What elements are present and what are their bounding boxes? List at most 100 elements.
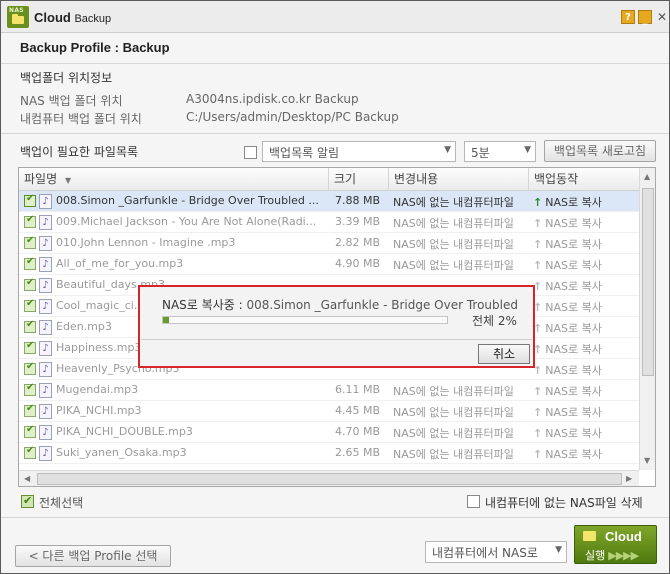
row-checkbox[interactable] bbox=[24, 319, 36, 333]
table-row[interactable]: ♪ 008.Simon _Garfunkle - Bridge Over Trou… bbox=[19, 191, 639, 212]
music-file-icon: ♪ bbox=[39, 299, 52, 314]
horizontal-scrollbar[interactable]: ◀ ▶ bbox=[19, 470, 639, 486]
row-checkbox[interactable] bbox=[24, 403, 36, 417]
select-all-checkbox[interactable] bbox=[21, 494, 34, 508]
column-header-action[interactable]: 백업동작 bbox=[529, 168, 639, 191]
music-file-icon: ♪ bbox=[39, 215, 52, 230]
cell-action: ↑ NAS로 복사 bbox=[533, 217, 602, 230]
logo-text: NAS bbox=[9, 7, 24, 14]
play-arrows-icon: ▶▶▶▶ bbox=[608, 549, 639, 562]
close-button[interactable]: ✕ bbox=[655, 10, 669, 24]
row-checkbox[interactable] bbox=[24, 298, 36, 312]
help-button[interactable]: ? bbox=[621, 10, 635, 24]
table-row[interactable]: ♪ Suki_yanen_Osaka.mp3 2.65 MB NAS에 없는 내컴퓨터… bbox=[19, 443, 639, 464]
nas-folder-value: A3004ns.ipdisk.co.kr Backup bbox=[186, 92, 359, 106]
arrow-up-icon: ↑ bbox=[533, 259, 543, 272]
app-name-suffix: Backup bbox=[74, 13, 112, 25]
music-file-icon: ♪ bbox=[39, 278, 52, 293]
cell-action: ↑ NAS로 복사 bbox=[533, 343, 602, 356]
cell-size: 7.88 MB bbox=[335, 194, 381, 207]
row-checkbox[interactable] bbox=[24, 277, 36, 291]
arrow-up-icon: ↑ bbox=[533, 196, 543, 209]
row-checkbox[interactable] bbox=[24, 235, 36, 249]
cell-size: 6.11 MB bbox=[335, 383, 381, 396]
table-row[interactable]: ♪ All_of_me_for_you.mp3 4.90 MB NAS에 없는 내컴퓨… bbox=[19, 254, 639, 275]
row-checkbox[interactable] bbox=[24, 193, 36, 207]
music-file-icon: ♪ bbox=[39, 341, 52, 356]
cell-action: ↑ NAS로 복사 bbox=[533, 385, 602, 398]
row-checkbox[interactable] bbox=[24, 361, 36, 375]
cell-size: 4.90 MB bbox=[335, 257, 381, 270]
folder-icon bbox=[583, 531, 596, 541]
row-checkbox[interactable] bbox=[24, 382, 36, 396]
row-checkbox[interactable] bbox=[24, 214, 36, 228]
copy-progress-fill bbox=[163, 317, 169, 323]
select-other-profile-button[interactable]: < 다른 백업 Profile 선택 bbox=[15, 545, 171, 567]
folder-info-title: 백업폴더 위치정보 bbox=[20, 71, 113, 85]
cell-action: ↑ NAS로 복사 bbox=[533, 448, 602, 461]
column-header-size[interactable]: 크기 bbox=[329, 168, 389, 191]
row-checkbox[interactable] bbox=[24, 340, 36, 354]
column-header-filename[interactable]: 파일명 ▼ bbox=[19, 168, 329, 191]
cell-change: NAS에 없는 내컴퓨터파일 bbox=[393, 238, 514, 251]
music-file-icon: ♪ bbox=[39, 236, 52, 251]
table-row[interactable]: ♪ PIKA_NCHI_DOUBLE.mp3 4.70 MB NAS에 없는 내컴퓨터… bbox=[19, 422, 639, 443]
delete-nas-files-label[interactable]: 내컴퓨터에 없는 NAS파일 삭제 bbox=[485, 494, 643, 511]
divider bbox=[141, 339, 532, 340]
delete-nas-files-checkbox[interactable] bbox=[467, 495, 480, 508]
nas-folder-label: NAS 백업 폴더 위치 bbox=[20, 94, 123, 108]
arrow-up-icon: ↑ bbox=[533, 238, 543, 251]
notify-select-value: 백업목록 알림 bbox=[269, 146, 340, 160]
cell-change: NAS에 없는 내컴퓨터파일 bbox=[393, 406, 514, 419]
cell-change: NAS에 없는 내컴퓨터파일 bbox=[393, 427, 514, 440]
table-row[interactable]: ♪ PIKA_NCHI.mp3 4.45 MB NAS에 없는 내컴퓨터파일 ↑NAS로… bbox=[19, 401, 639, 422]
sort-down-icon: ▼ bbox=[64, 176, 72, 185]
column-header-change[interactable]: 변경내용 bbox=[389, 168, 529, 191]
cancel-button[interactable]: 취소 bbox=[478, 344, 530, 364]
music-file-icon: ♪ bbox=[39, 404, 52, 419]
pc-folder-value: C:/Users/admin/Desktop/PC Backup bbox=[186, 110, 399, 124]
vertical-scrollbar[interactable]: ▲ ▼ bbox=[639, 168, 655, 470]
table-row[interactable]: ♪ 010.John Lennon - Imagine .mp3 2.82 MB NA… bbox=[19, 233, 639, 254]
select-all-label[interactable]: 전체선택 bbox=[39, 494, 83, 511]
profile-header: Backup Profile : Backup bbox=[20, 40, 170, 55]
scroll-right-icon[interactable]: ▶ bbox=[626, 474, 632, 483]
cell-filename: PIKA_NCHI_DOUBLE.mp3 bbox=[56, 425, 193, 438]
scroll-down-icon[interactable]: ▼ bbox=[644, 456, 650, 465]
refresh-list-button[interactable]: 백업목록 새로고침 bbox=[544, 140, 656, 162]
row-checkbox[interactable] bbox=[24, 424, 36, 438]
minimize-button[interactable]: _ bbox=[638, 10, 652, 25]
cell-action: ↑ NAS로 복사 bbox=[533, 406, 602, 419]
cell-action: ↑ NAS로 복사 bbox=[533, 301, 602, 314]
horizontal-scroll-thumb[interactable] bbox=[37, 473, 622, 485]
cell-change: NAS에 없는 내컴퓨터파일 bbox=[393, 259, 514, 272]
notify-checkbox[interactable] bbox=[244, 146, 257, 159]
cell-action: ↑ NAS로 복사 bbox=[533, 322, 602, 335]
copy-progress-bar bbox=[162, 316, 448, 324]
copy-progress-dialog: NAS로 복사중 : 008.Simon _Garfunkle - Bridge… bbox=[138, 285, 535, 368]
scroll-up-icon[interactable]: ▲ bbox=[644, 172, 650, 181]
copy-status-filename: 008.Simon _Garfunkle - Bridge Over Troub… bbox=[246, 298, 522, 312]
scroll-left-icon[interactable]: ◀ bbox=[24, 474, 30, 483]
cell-size: 3.39 MB bbox=[335, 215, 381, 228]
cell-action: ↑ NAS로 복사 bbox=[533, 196, 602, 209]
run-button-title: Cloud bbox=[605, 529, 642, 544]
arrow-up-icon: ↑ bbox=[533, 427, 543, 440]
music-file-icon: ♪ bbox=[39, 257, 52, 272]
arrow-up-icon: ↑ bbox=[533, 217, 543, 230]
cell-filename: Suki_yanen_Osaka.mp3 bbox=[56, 446, 187, 459]
run-backup-button[interactable]: Cloud 실행 ▶▶▶▶ bbox=[574, 525, 657, 564]
music-file-icon: ♪ bbox=[39, 383, 52, 398]
backup-direction-select[interactable]: 내컴퓨터에서 NAS로 ▼ bbox=[425, 541, 567, 563]
vertical-scroll-thumb[interactable] bbox=[642, 188, 654, 376]
title-bar[interactable]: NAS Cloud Backup ? _ ✕ bbox=[1, 1, 669, 33]
arrow-up-icon: ↑ bbox=[533, 385, 543, 398]
interval-select[interactable]: 5분 ▼ bbox=[464, 141, 536, 162]
cell-size: 2.65 MB bbox=[335, 446, 381, 459]
row-checkbox[interactable] bbox=[24, 256, 36, 270]
table-row[interactable]: ♪ Mugendai.mp3 6.11 MB NAS에 없는 내컴퓨터파일 ↑NAS로 … bbox=[19, 380, 639, 401]
table-row[interactable]: ♪ 009.Michael Jackson - You Are Not Alone… bbox=[19, 212, 639, 233]
music-file-icon: ♪ bbox=[39, 446, 52, 461]
row-checkbox[interactable] bbox=[24, 445, 36, 459]
notify-select[interactable]: 백업목록 알림 ▼ bbox=[262, 141, 456, 162]
